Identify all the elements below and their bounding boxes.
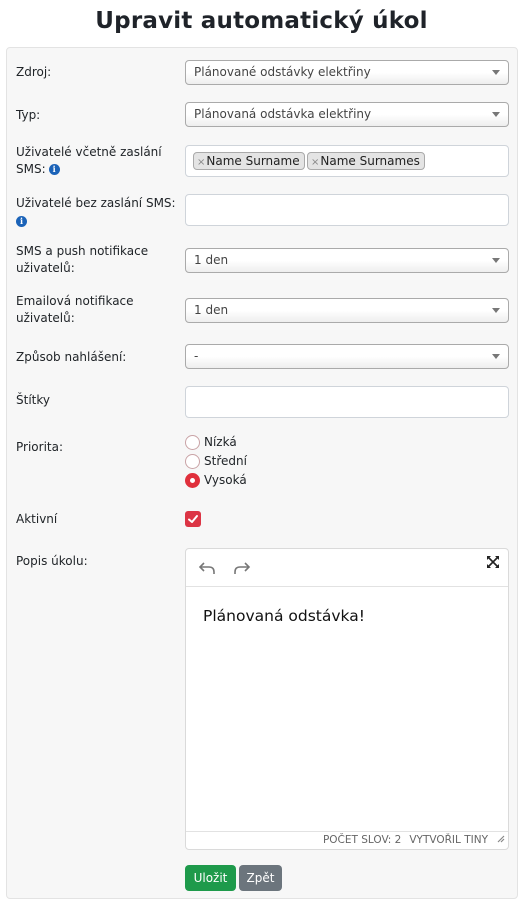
- users-sms-multiselect[interactable]: ×Name Surname ×Name Surnames: [185, 145, 509, 177]
- email-notify-select-value: 1 den: [194, 303, 229, 317]
- word-count: Počet slov: 2: [322, 834, 402, 846]
- tags-label: Štítky: [16, 393, 50, 407]
- description-label: Popis úkolu:: [16, 554, 88, 568]
- undo-icon[interactable]: [196, 558, 218, 578]
- type-select-value: Plánovaná odstávka elektřiny: [194, 107, 372, 121]
- rich-text-editor[interactable]: Plánovaná odstávka! Počet slov: 2 Vytvoři…: [185, 548, 509, 850]
- editor-toolbar: [186, 549, 508, 587]
- priority-option-label: Střední: [204, 454, 247, 468]
- email-notify-label: Emailová notifikace uživatelů:: [16, 294, 134, 325]
- redo-icon[interactable]: [231, 558, 253, 578]
- type-label: Typ:: [16, 108, 41, 122]
- back-button[interactable]: Zpět: [239, 865, 282, 891]
- editor-content[interactable]: Plánovaná odstávka!: [203, 607, 365, 625]
- priority-option-label: Nízká: [204, 435, 237, 449]
- priority-option-low[interactable]: Nízká: [185, 434, 237, 452]
- editor-statusbar: Počet slov: 2 Vytvořil Tiny: [186, 831, 508, 849]
- remove-tag-icon[interactable]: ×: [197, 157, 205, 168]
- save-button[interactable]: Uložit: [185, 865, 236, 891]
- active-label: Aktivní: [16, 512, 58, 526]
- users-no-sms-label-text: Uživatelé bez zaslání SMS:: [16, 196, 176, 210]
- report-method-select-value: -: [194, 349, 199, 363]
- chevron-down-icon: [492, 112, 500, 117]
- sms-push-select-value: 1 den: [194, 253, 229, 267]
- users-no-sms-input[interactable]: [185, 194, 509, 226]
- user-tag-label: Name Surnames: [320, 154, 420, 168]
- type-select[interactable]: Plánovaná odstávka elektřiny: [185, 102, 509, 127]
- chevron-down-icon: [492, 258, 500, 263]
- source-select-value: Plánované odstávky elektřiny: [194, 65, 371, 79]
- priority-option-label: Vysoká: [204, 473, 247, 487]
- radio-button[interactable]: [185, 435, 200, 450]
- report-method-label: Způsob nahlášení:: [16, 350, 127, 364]
- active-checkbox[interactable]: [185, 511, 201, 527]
- checkmark-icon: [188, 515, 198, 523]
- priority-option-medium[interactable]: Střední: [185, 453, 247, 471]
- chevron-down-icon: [492, 308, 500, 313]
- editor-branding[interactable]: Vytvořil Tiny: [409, 834, 488, 846]
- report-method-select[interactable]: -: [185, 344, 509, 369]
- remove-tag-icon[interactable]: ×: [311, 157, 319, 168]
- chevron-down-icon: [492, 354, 500, 359]
- tags-input[interactable]: [185, 386, 509, 418]
- sms-push-label: SMS a push notifikace uživatelů:: [16, 244, 149, 275]
- user-tag-label: Name Surname: [206, 154, 300, 168]
- source-select[interactable]: Plánované odstávky elektřiny: [185, 60, 509, 85]
- fullscreen-icon[interactable]: [486, 555, 502, 571]
- radio-button[interactable]: [185, 454, 200, 469]
- radio-button-selected[interactable]: [185, 473, 200, 488]
- user-tag: ×Name Surname: [193, 152, 305, 170]
- page-title: Upravit automatický úkol: [95, 8, 428, 34]
- resize-handle-icon[interactable]: [495, 832, 505, 846]
- user-tag: ×Name Surnames: [307, 152, 425, 170]
- sms-push-select[interactable]: 1 den: [185, 248, 509, 273]
- source-label: Zdroj:: [16, 65, 52, 79]
- priority-label: Priorita:: [16, 440, 64, 454]
- info-icon[interactable]: i: [48, 164, 60, 175]
- edit-task-form: Zdroj: Plánované odstávky elektřiny Typ:…: [6, 47, 518, 899]
- info-icon[interactable]: i: [16, 216, 27, 227]
- priority-option-high[interactable]: Vysoká: [185, 472, 247, 490]
- users-sms-label-text: Uživatelé včetně zaslání SMS:: [16, 145, 162, 176]
- email-notify-select[interactable]: 1 den: [185, 298, 509, 323]
- users-no-sms-label: Uživatelé bez zaslání SMS: i: [16, 195, 176, 229]
- users-sms-label: Uživatelé včetně zaslání SMS: i: [16, 144, 171, 178]
- chevron-down-icon: [492, 70, 500, 75]
